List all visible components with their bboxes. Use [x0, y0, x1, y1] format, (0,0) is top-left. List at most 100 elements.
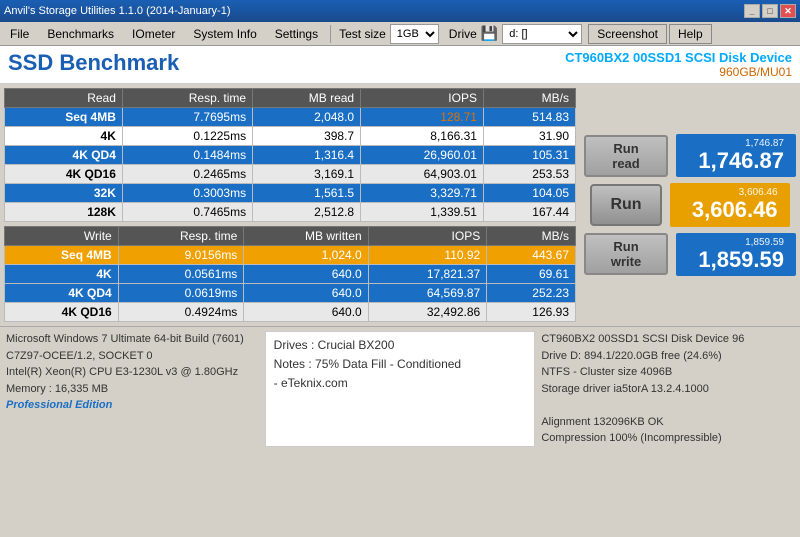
- table-row: 4K QD4 0.0619ms 640.0 64,569.87 252.23: [5, 284, 576, 303]
- cell-mbs: 104.05: [483, 184, 575, 203]
- sys-line-1: Microsoft Windows 7 Ultimate 64-bit Buil…: [6, 331, 259, 348]
- title-bar-buttons: _ □ ✕: [744, 4, 796, 18]
- write-col-mb: MB written: [244, 227, 368, 246]
- cell-mbs: 31.90: [483, 127, 575, 146]
- table-row: Seq 4MB 9.0156ms 1,024.0 110.92 443.67: [5, 246, 576, 265]
- read-col-label: Read: [5, 89, 123, 108]
- table-row: 4K 0.0561ms 640.0 17,821.37 69.61: [5, 265, 576, 284]
- cell-label: 4K QD4: [5, 284, 119, 303]
- maximize-button[interactable]: □: [762, 4, 778, 18]
- cell-mb: 1,316.4: [253, 146, 361, 165]
- menu-benchmarks[interactable]: Benchmarks: [39, 23, 122, 45]
- cell-iops: 1,339.51: [361, 203, 484, 222]
- cell-resp: 0.4924ms: [118, 303, 244, 322]
- write-col-iops: IOPS: [368, 227, 487, 246]
- read-col-resp: Resp. time: [122, 89, 252, 108]
- close-button[interactable]: ✕: [780, 4, 796, 18]
- help-button[interactable]: Help: [669, 24, 712, 44]
- drive-line-3: NTFS - Cluster size 4096B: [541, 364, 794, 381]
- table-row: 4K QD16 0.2465ms 3,169.1 64,903.01 253.5…: [5, 165, 576, 184]
- cell-resp: 0.7465ms: [122, 203, 252, 222]
- cell-mbs: 105.31: [483, 146, 575, 165]
- cell-mb: 640.0: [244, 303, 368, 322]
- cell-iops: 128.71: [361, 108, 484, 127]
- menu-iometer[interactable]: IOmeter: [124, 23, 183, 45]
- cell-resp: 9.0156ms: [118, 246, 244, 265]
- table-row: 128K 0.7465ms 2,512.8 1,339.51 167.44: [5, 203, 576, 222]
- cell-iops: 110.92: [368, 246, 487, 265]
- drive-icon: 💾: [481, 25, 498, 42]
- cell-label: 32K: [5, 184, 123, 203]
- read-col-mb: MB read: [253, 89, 361, 108]
- table-row: Seq 4MB 7.7695ms 2,048.0 128.71 514.83: [5, 108, 576, 127]
- cell-iops: 26,960.01: [361, 146, 484, 165]
- write-table: Write Resp. time MB written IOPS MB/s Se…: [4, 226, 576, 322]
- total-score-large: 3,606.46: [682, 198, 778, 222]
- main-content: Read Resp. time MB read IOPS MB/s Seq 4M…: [0, 84, 800, 326]
- cell-mb: 2,048.0: [253, 108, 361, 127]
- total-score-small: 3,606.46: [682, 187, 778, 198]
- title-bar: Anvil's Storage Utilities 1.1.0 (2014-Ja…: [0, 0, 800, 22]
- test-size-select[interactable]: 1GB: [390, 24, 439, 44]
- menu-divider-1: [330, 25, 331, 43]
- run-write-row: Run write 1,859.59 1,859.59: [584, 233, 796, 276]
- cell-label: 4K: [5, 265, 119, 284]
- cell-mbs: 443.67: [487, 246, 576, 265]
- cell-iops: 3,329.71: [361, 184, 484, 203]
- run-read-group: Run read 1,746.87 1,746.87: [584, 134, 796, 177]
- cell-mb: 398.7: [253, 127, 361, 146]
- cell-mbs: 252.23: [487, 284, 576, 303]
- read-score-small: 1,746.87: [688, 138, 784, 149]
- sys-line-4: Memory : 16,335 MB: [6, 381, 259, 398]
- cell-resp: 0.2465ms: [122, 165, 252, 184]
- cell-mb: 3,169.1: [253, 165, 361, 184]
- test-size-label: Test size: [339, 27, 386, 41]
- cell-resp: 0.3003ms: [122, 184, 252, 203]
- cell-label: 4K: [5, 127, 123, 146]
- drive-line-2: Drive D: 894.1/220.0GB free (24.6%): [541, 348, 794, 365]
- drive-line-7: Compression 100% (Incompressible): [541, 430, 794, 447]
- cell-mbs: 69.61: [487, 265, 576, 284]
- cell-iops: 8,166.31: [361, 127, 484, 146]
- notes-panel: Drives : Crucial BX200 Notes : 75% Data …: [265, 331, 536, 447]
- minimize-button[interactable]: _: [744, 4, 760, 18]
- cell-label: 4K QD16: [5, 165, 123, 184]
- cell-iops: 64,569.87: [368, 284, 487, 303]
- screenshot-button[interactable]: Screenshot: [588, 24, 667, 44]
- cell-iops: 17,821.37: [368, 265, 487, 284]
- table-row: 32K 0.3003ms 1,561.5 3,329.71 104.05: [5, 184, 576, 203]
- ssd-title: SSD Benchmark: [8, 50, 179, 76]
- menu-file[interactable]: File: [2, 23, 37, 45]
- read-col-iops: IOPS: [361, 89, 484, 108]
- read-score-large: 1,746.87: [688, 149, 784, 173]
- cell-resp: 0.1225ms: [122, 127, 252, 146]
- title-bar-text: Anvil's Storage Utilities 1.1.0 (2014-Ja…: [4, 5, 230, 17]
- run-total-group: Run 3,606.46 3,606.46: [584, 183, 796, 226]
- run-write-button[interactable]: Run write: [584, 233, 668, 275]
- cell-mb: 640.0: [244, 284, 368, 303]
- pro-edition-label: Professional Edition: [6, 397, 259, 414]
- sys-line-3: Intel(R) Xeon(R) CPU E3-1230L v3 @ 1.80G…: [6, 364, 259, 381]
- drive-label: Drive: [449, 27, 477, 41]
- menu-bar: File Benchmarks IOmeter System Info Sett…: [0, 22, 800, 46]
- menu-system-info[interactable]: System Info: [185, 23, 264, 45]
- device-info: CT960BX2 00SSD1 SCSI Disk Device 960GB/M…: [565, 50, 792, 79]
- drive-group: Drive 💾 d: []: [449, 24, 582, 44]
- run-read-button[interactable]: Run read: [584, 135, 668, 177]
- run-button[interactable]: Run: [590, 184, 661, 226]
- drive-line-1: CT960BX2 00SSD1 SCSI Disk Device 96: [541, 331, 794, 348]
- write-score-large: 1,859.59: [688, 248, 784, 272]
- cell-label: 128K: [5, 203, 123, 222]
- test-size-group: Test size 1GB: [339, 24, 439, 44]
- drive-select[interactable]: d: []: [502, 24, 582, 44]
- cell-mbs: 514.83: [483, 108, 575, 127]
- cell-iops: 32,492.86: [368, 303, 487, 322]
- cell-label: Seq 4MB: [5, 246, 119, 265]
- cell-mbs: 126.93: [487, 303, 576, 322]
- cell-iops: 64,903.01: [361, 165, 484, 184]
- table-row: 4K 0.1225ms 398.7 8,166.31 31.90: [5, 127, 576, 146]
- menu-settings[interactable]: Settings: [267, 23, 326, 45]
- cell-label: Seq 4MB: [5, 108, 123, 127]
- drive-line-6: Alignment 132096KB OK: [541, 414, 794, 431]
- bottom-bar: Microsoft Windows 7 Ultimate 64-bit Buil…: [0, 326, 800, 451]
